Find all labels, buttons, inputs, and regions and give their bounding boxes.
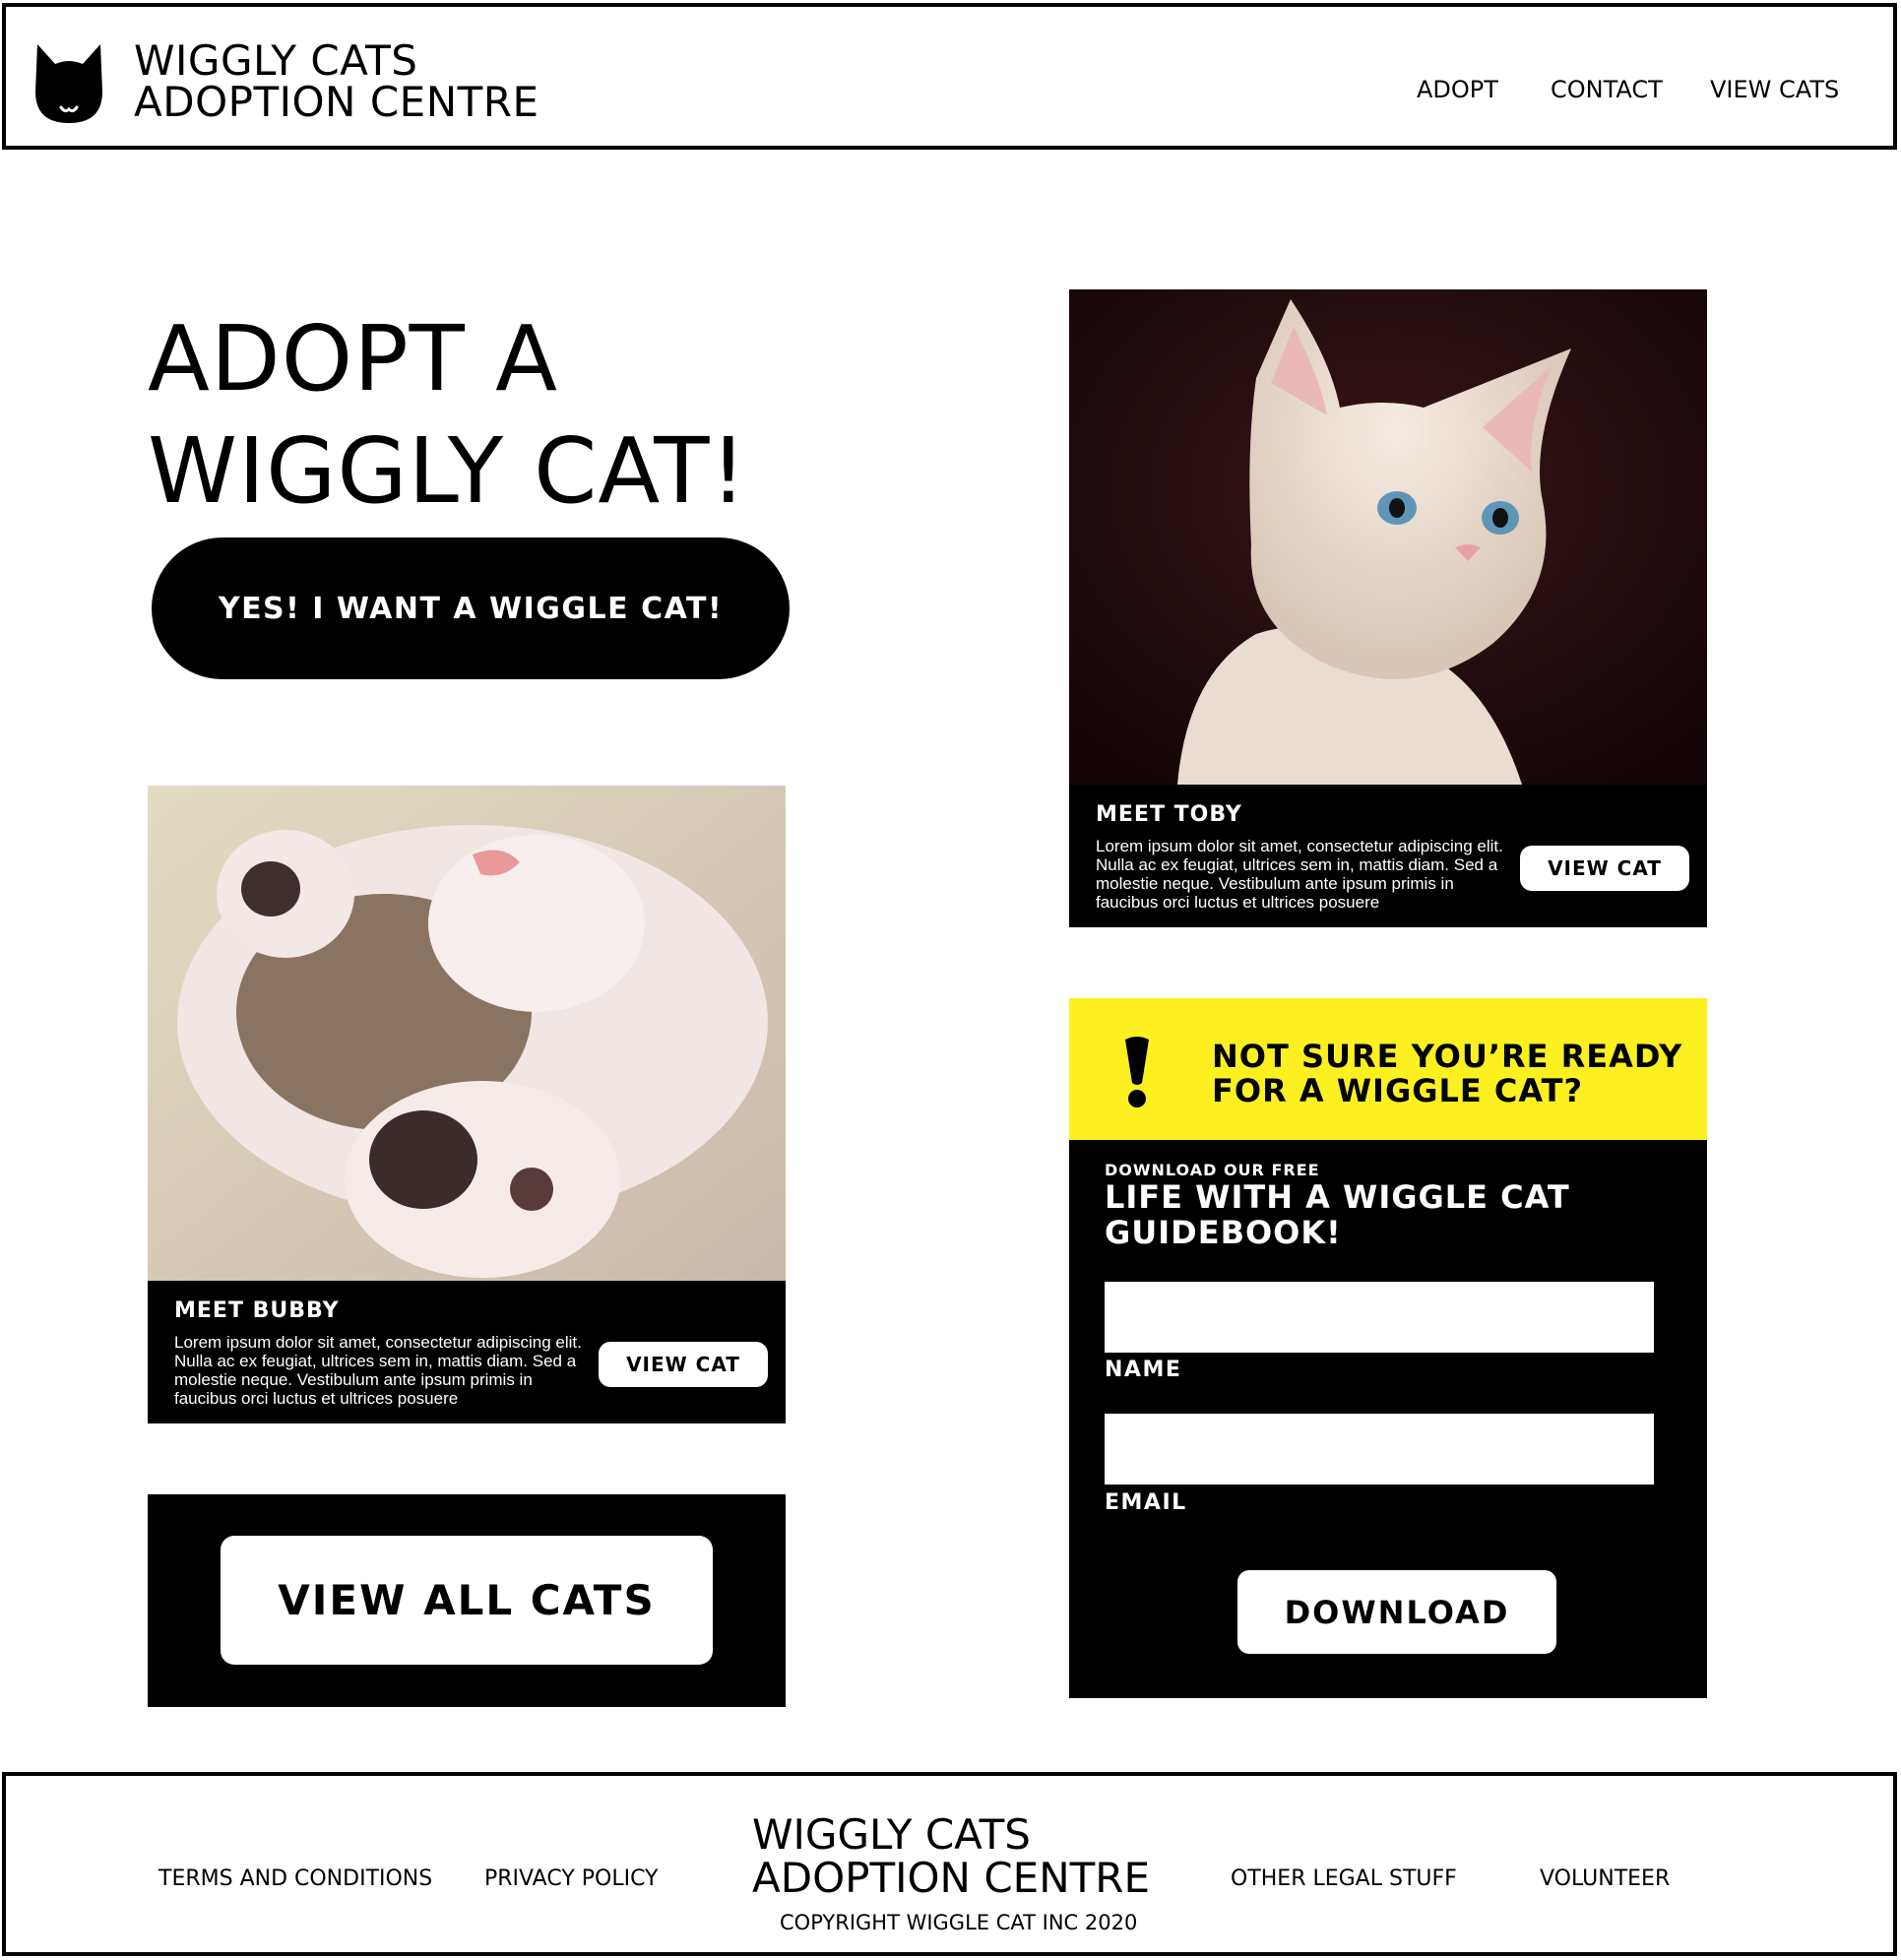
footer-logo-line-2: ADOPTION CENTRE [752, 1854, 1150, 1902]
logo-line-2: ADOPTION CENTRE [134, 78, 539, 126]
cat-head-logo-icon[interactable] [33, 42, 104, 129]
footer-terms-link[interactable]: TERMS AND CONDITIONS [158, 1866, 432, 1891]
nav-view-cats[interactable]: VIEW CATS [1710, 76, 1839, 103]
guidebook-title-line-2: GUIDEBOOK! [1105, 1214, 1342, 1251]
bubby-title: MEET BUBBY [174, 1298, 340, 1323]
view-toby-button[interactable]: VIEW CAT [1520, 846, 1689, 891]
guidebook-banner: NOT SURE YOU’RE READY FOR A WIGGLE CAT? [1069, 998, 1707, 1140]
toby-title: MEET TOBY [1096, 802, 1242, 827]
site-header: WIGGLY CATS ADOPTION CENTRE ADOPT CONTAC… [2, 3, 1897, 150]
toby-caption: MEET TOBY Lorem ipsum dolor sit amet, co… [1069, 785, 1707, 926]
bubby-description: Lorem ipsum dolor sit amet, consectetur … [174, 1333, 582, 1408]
hero-title: ADOPT A WIGGLY CAT! [148, 303, 747, 528]
cat-card-bubby: MEET BUBBY Lorem ipsum dolor sit amet, c… [148, 786, 786, 1423]
guidebook-title: LIFE WITH A WIGGLE CAT GUIDEBOOK! [1105, 1179, 1570, 1250]
email-label: EMAIL [1105, 1490, 1187, 1515]
nav-adopt[interactable]: ADOPT [1417, 76, 1498, 103]
email-input[interactable] [1105, 1414, 1654, 1485]
toby-photo [1069, 289, 1707, 785]
footer-logo-line-1: WIGGLY CATS [752, 1810, 1031, 1859]
footer-volunteer-link[interactable]: VOLUNTEER [1540, 1866, 1670, 1891]
logo-line-1: WIGGLY CATS [134, 36, 418, 85]
guidebook-question: NOT SURE YOU’RE READY FOR A WIGGLE CAT? [1212, 1040, 1682, 1108]
name-label: NAME [1105, 1358, 1182, 1382]
toby-description: Lorem ipsum dolor sit amet, consectetur … [1096, 837, 1503, 912]
footer-copyright: COPYRIGHT WIGGLE CAT INC 2020 [780, 1911, 1138, 1934]
footer-privacy-link[interactable]: PRIVACY POLICY [484, 1866, 659, 1891]
bubby-caption: MEET BUBBY Lorem ipsum dolor sit amet, c… [148, 1281, 786, 1423]
guidebook-subtitle: DOWNLOAD OUR FREE [1105, 1161, 1320, 1179]
hero-title-line-2: WIGGLY CAT! [148, 418, 748, 524]
cat-card-toby: MEET TOBY Lorem ipsum dolor sit amet, co… [1069, 289, 1707, 927]
site-logo[interactable]: WIGGLY CATS ADOPTION CENTRE [134, 40, 539, 123]
name-input[interactable] [1105, 1282, 1654, 1353]
guidebook-panel: NOT SURE YOU’RE READY FOR A WIGGLE CAT? … [1069, 998, 1707, 1698]
exclamation-icon [1125, 1037, 1149, 1107]
view-all-cats-button[interactable]: VIEW ALL CATS [221, 1536, 713, 1665]
view-bubby-button[interactable]: VIEW CAT [599, 1342, 768, 1387]
guidebook-title-line-1: LIFE WITH A WIGGLE CAT [1105, 1178, 1570, 1216]
footer-logo[interactable]: WIGGLY CATS ADOPTION CENTRE [752, 1813, 1150, 1900]
guidebook-question-line-2: FOR A WIGGLE CAT? [1212, 1072, 1584, 1109]
download-button[interactable]: DOWNLOAD [1237, 1570, 1556, 1654]
guidebook-question-line-1: NOT SURE YOU’RE READY [1212, 1038, 1683, 1075]
want-cat-button[interactable]: YES! I WANT A WIGGLE CAT! [152, 537, 790, 679]
hero-title-line-1: ADOPT A [148, 306, 559, 411]
nav-contact[interactable]: CONTACT [1551, 76, 1663, 103]
page: WIGGLY CATS ADOPTION CENTRE ADOPT CONTAC… [0, 0, 1901, 1960]
site-footer: TERMS AND CONDITIONS PRIVACY POLICY WIGG… [2, 1772, 1897, 1956]
footer-legal-link[interactable]: OTHER LEGAL STUFF [1231, 1866, 1457, 1891]
bubby-photo [148, 786, 786, 1281]
view-all-panel: VIEW ALL CATS [148, 1494, 786, 1707]
